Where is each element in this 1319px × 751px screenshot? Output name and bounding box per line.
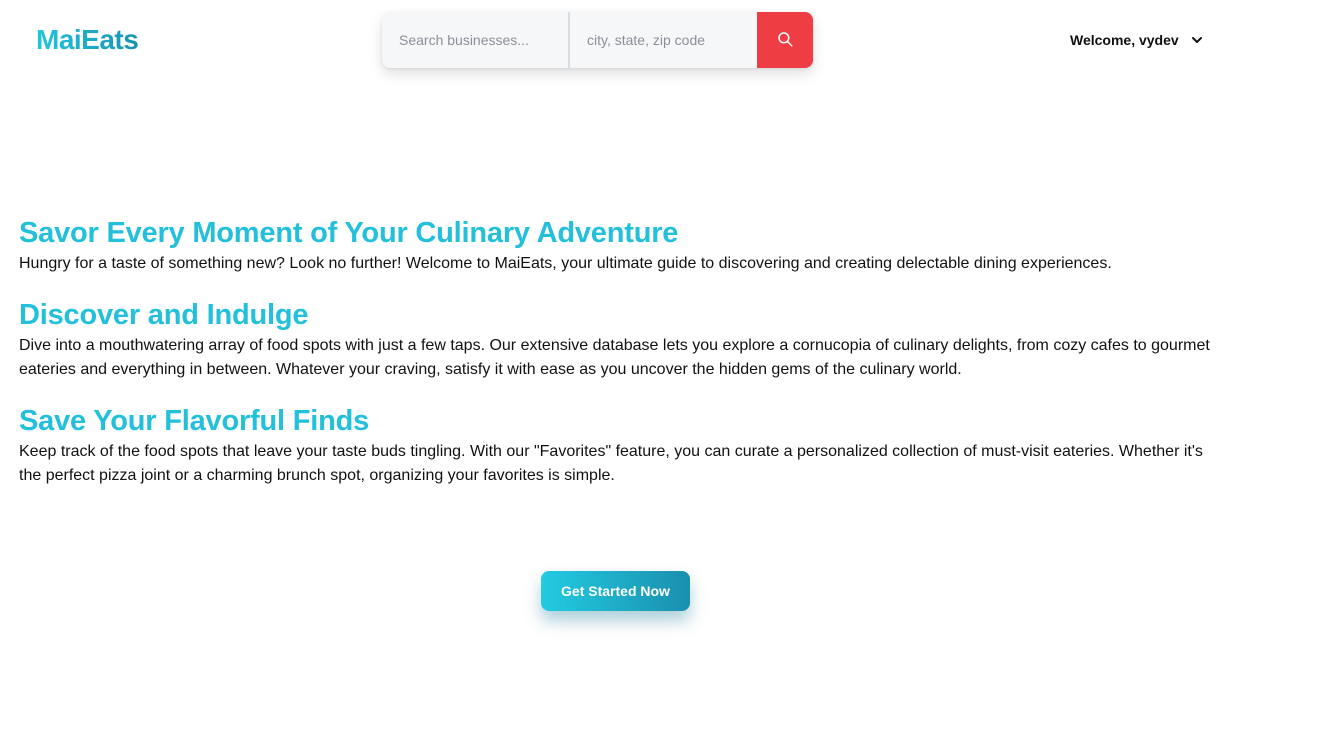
section-body: Keep track of the food spots that leave … (19, 443, 1203, 484)
top-navbar: MaiEats Welcome, vydev (0, 0, 1319, 80)
section-body: Dive into a mouthwatering array of food … (19, 337, 1210, 378)
intro-section: Savor Every Moment of Your Culinary Adve… (19, 214, 1229, 276)
landing-content: Savor Every Moment of Your Culinary Adve… (19, 214, 1229, 508)
favorites-section: Save Your Flavorful Finds Keep track of … (19, 402, 1229, 488)
get-started-button[interactable]: Get Started Now (541, 571, 690, 611)
section-heading: Savor Every Moment of Your Culinary Adve… (19, 217, 679, 249)
search-bar (382, 12, 813, 68)
user-menu-dropdown[interactable]: Welcome, vydev (1070, 30, 1203, 50)
logo[interactable]: MaiEats (36, 22, 139, 58)
user-greeting: Welcome, vydev (1070, 32, 1179, 48)
search-icon (776, 30, 794, 51)
search-button[interactable] (757, 12, 813, 68)
discover-section: Discover and Indulge Dive into a mouthwa… (19, 296, 1229, 382)
location-search-input[interactable] (570, 12, 757, 68)
section-body: Hungry for a taste of something new? Loo… (19, 255, 1112, 272)
chevron-down-icon (1191, 34, 1203, 46)
section-heading: Save Your Flavorful Finds (19, 405, 370, 437)
section-heading: Discover and Indulge (19, 299, 309, 331)
business-search-input[interactable] (382, 12, 570, 68)
